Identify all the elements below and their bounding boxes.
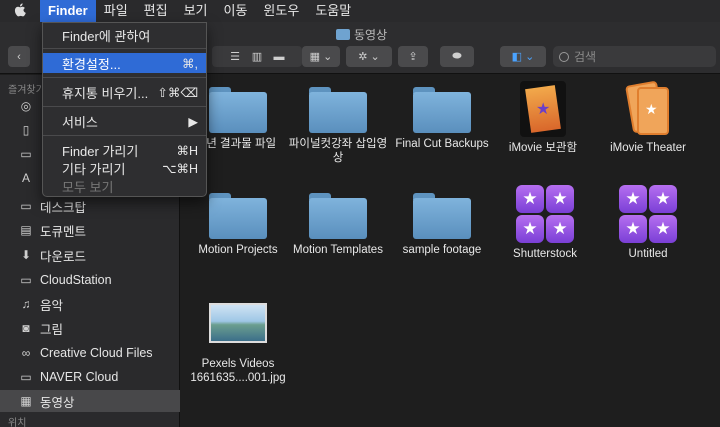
menu-item-empty-trash[interactable]: 휴지통 비우기... ⇧⌘⌫ [43,82,206,102]
file-item[interactable]: Motion Projects [186,193,290,257]
sidebar-item-naver-cloud[interactable]: ▭ NAVER Cloud [0,366,180,388]
folder-icon [413,87,471,133]
file-item[interactable]: Motion Templates [286,193,390,257]
shortcut-label: ⌥⌘H [162,161,198,176]
back-button[interactable]: ‹ [8,46,30,67]
folder-icon [309,193,367,239]
airdrop-icon: ◎ [20,99,32,113]
sidebar-item-pictures[interactable]: ◙ 그림 [0,317,180,339]
music-icon: ♫ [21,297,31,311]
list-view-icon[interactable]: ☰ [224,50,246,63]
sidebar-header: 즐겨찾기 [8,85,45,96]
camera-icon: ◙ [22,321,30,335]
window-title: 동영상 [336,26,387,43]
menu-view[interactable]: 보기 [176,0,216,22]
file-item[interactable]: Final Cut Backups [390,87,494,151]
menu-item-hide-finder[interactable]: Finder 가리기 ⌘H [43,140,206,160]
folder-icon [209,87,267,133]
menu-edit[interactable]: 편집 [136,0,176,22]
group-button[interactable]: ▦ ⌄ [302,46,340,67]
tag-icon: ⬬ [452,50,462,62]
view-mode-segmented[interactable]: ☰ ▥ ▬ [212,46,302,67]
search-icon [559,51,569,62]
shortcut-label: ⇧⌘⌫ [157,85,198,100]
dropbox-button[interactable]: ◧ ⌄ [500,46,546,67]
menu-item-hide-others[interactable]: 기타 가리기 ⌥⌘H [43,158,206,178]
folder-icon [309,87,367,133]
document-icon: ▤ [20,223,32,237]
column-view-icon[interactable]: ▥ [246,50,268,63]
file-item[interactable]: 파이널컷강좌 삽입영상 [286,87,390,165]
menu-file[interactable]: 파일 [96,0,136,22]
sidebar-item-downloads[interactable]: ⬇ 다운로드 [0,244,180,266]
applications-icon: A [21,171,30,185]
share-icon: ⇪ [408,51,418,63]
file-item[interactable]: ★ iMovie 보관함 [491,81,595,155]
imovie-theater-icon: ★ [625,80,671,137]
menu-go[interactable]: 이동 [216,0,256,22]
sidebar-item-creative-cloud[interactable]: ∞ Creative Cloud Files [0,342,180,364]
creative-cloud-icon: ∞ [21,346,31,360]
gallery-view-icon[interactable]: ▬ [268,51,290,63]
folder-icon [209,193,267,239]
download-icon: ⬇ [20,248,32,262]
file-item[interactable]: ★ ★ ★ ★ Untitled [596,185,700,261]
shortcut-label: ⌘H [176,143,198,158]
sidebar-locations-header: 위치 [8,418,27,427]
shortcut-label: ⌘, [182,56,198,71]
sidebar-item-cloudstation[interactable]: ▭ CloudStation [0,269,180,291]
tags-button[interactable]: ⬬ [440,46,474,67]
file-item[interactable]: ★ ★ ★ ★ Shutterstock [493,185,597,261]
file-grid: 8년 결과물 파일 파이널컷강좌 삽입영상 Final Cut Backups … [181,75,720,427]
menu-separator [43,77,206,78]
file-item[interactable]: sample footage [390,193,494,257]
sidebar-item-documents[interactable]: ▤ 도큐멘트 [0,219,180,241]
menu-item-show-all: 모두 보기 [62,179,114,195]
menu-window[interactable]: 윈도우 [255,0,307,22]
gear-icon: ✲ ⌄ [358,51,380,63]
drive-icon: ▭ [20,147,32,161]
folder-icon: ▭ [20,370,32,384]
image-thumbnail [209,303,267,343]
menu-finder[interactable]: Finder [40,0,96,22]
menu-item-about-finder[interactable]: Finder에 관하여 [43,25,206,45]
file-item[interactable]: Pexels Videos 1661635....001.jpg [183,303,293,385]
menu-item-preferences[interactable]: 환경설정... ⌘, [43,53,206,73]
grid-icon: ▦ ⌄ [309,51,333,63]
menu-help[interactable]: 도움말 [307,0,359,22]
sidebar-item-desktop[interactable]: ▭ 데스크탑 [0,195,180,217]
menu-bar: Finder 파일 편집 보기 이동 윈도우 도움말 [0,0,720,22]
finder-menu-dropdown: Finder에 관하여 환경설정... ⌘, 휴지통 비우기... ⇧⌘⌫ 서비… [42,22,207,197]
menu-separator [43,135,206,136]
imovie-project-icon: ★ ★ ★ ★ [619,185,677,243]
search-input[interactable]: 검색 [553,46,716,67]
apple-menu-icon[interactable] [0,2,40,20]
clock-icon: ▯ [22,123,30,137]
imovie-library-icon: ★ [520,81,566,137]
menu-separator [43,48,206,49]
desktop-icon: ▭ [20,199,32,213]
folder-icon: ▭ [20,273,32,287]
action-button[interactable]: ✲ ⌄ [346,46,392,67]
menu-separator [43,106,206,107]
menu-item-services[interactable]: 서비스 ▶ [43,111,206,131]
imovie-project-icon: ★ ★ ★ ★ [516,185,574,243]
chevron-right-icon: ▶ [188,114,198,129]
sidebar-item-music[interactable]: ♫ 음악 [0,293,180,315]
folder-icon [413,193,471,239]
file-item[interactable]: ★ iMovie Theater [596,80,700,155]
sidebar-item-movies[interactable]: ▦ 동영상 [0,390,180,412]
folder-icon [336,29,350,40]
film-icon: ▦ [20,394,32,408]
dropbox-icon: ◧ ⌄ [511,51,535,63]
share-button[interactable]: ⇪ [398,46,428,67]
